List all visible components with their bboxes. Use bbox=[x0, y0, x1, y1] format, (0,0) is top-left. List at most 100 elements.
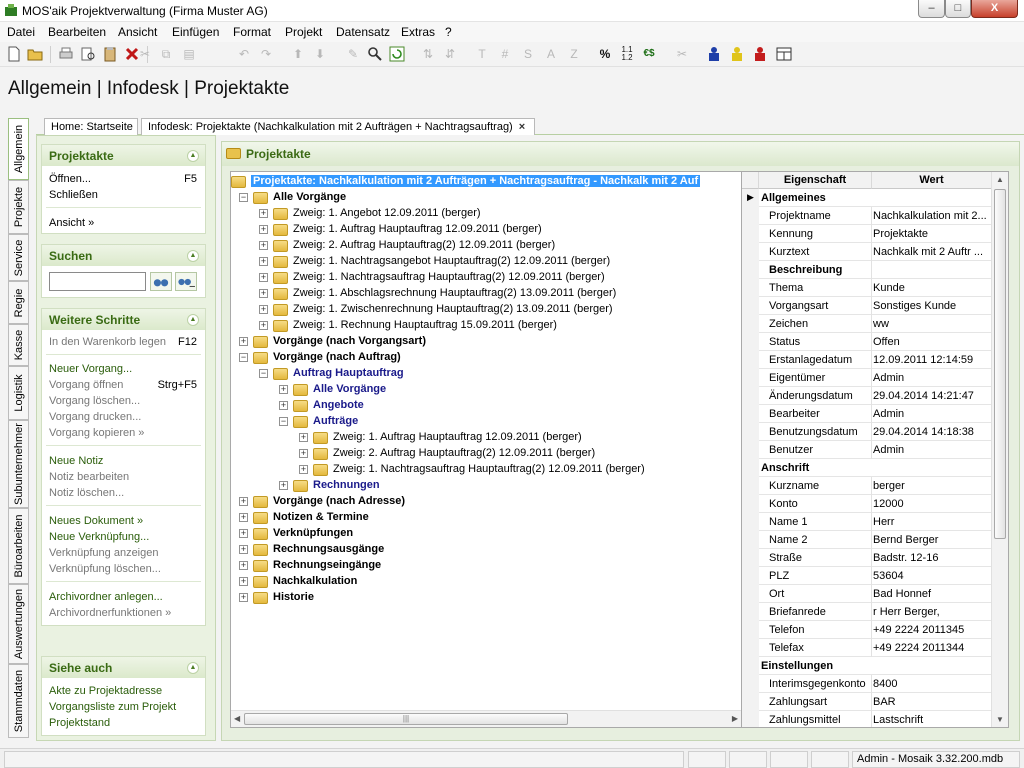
action-archivordnerfunktionen[interactable]: Archivordnerfunktionen » bbox=[49, 607, 171, 619]
collapse-icon[interactable]: − bbox=[239, 353, 248, 362]
menu-help[interactable]: ? bbox=[445, 25, 452, 39]
expand-icon[interactable]: + bbox=[259, 225, 268, 234]
expand-icon[interactable]: + bbox=[259, 257, 268, 266]
search-binoculars-icon[interactable] bbox=[150, 272, 172, 291]
collapse-icon[interactable]: ▲ bbox=[187, 250, 199, 262]
scroll-left-arrow-icon[interactable]: ◀ bbox=[234, 714, 240, 723]
vtab-subunternehmer[interactable]: Subunternehmer bbox=[8, 420, 29, 508]
expand-icon[interactable]: + bbox=[239, 513, 248, 522]
property-row[interactable]: Zahlungsmittel Lastschrift bbox=[742, 711, 992, 727]
action-vorgang-oeffnen[interactable]: Vorgang öffnen bbox=[49, 379, 123, 391]
property-row[interactable]: Name 2 Bernd Berger bbox=[742, 531, 992, 549]
print-icon[interactable] bbox=[58, 46, 74, 62]
scroll-down-arrow-icon[interactable]: ▼ bbox=[996, 715, 1004, 724]
property-row[interactable]: Bearbeiter Admin bbox=[742, 405, 992, 423]
sort-asc-icon[interactable]: ⇅ bbox=[420, 46, 436, 62]
currency-icon[interactable]: €$ bbox=[641, 46, 657, 62]
scrollbar-thumb[interactable] bbox=[994, 189, 1006, 539]
property-row[interactable]: PLZ 53604 bbox=[742, 567, 992, 585]
action-vorgang-kopieren[interactable]: Vorgang kopieren » bbox=[49, 427, 144, 439]
action-warenkorb[interactable]: In den Warenkorb legen bbox=[49, 336, 166, 348]
action-oeffnen[interactable]: Öffnen... bbox=[49, 173, 91, 185]
vtab-projekte[interactable]: Projekte bbox=[8, 180, 29, 234]
property-row[interactable]: Interimsgegenkonto 8400 bbox=[742, 675, 992, 693]
action-vorgang-loeschen[interactable]: Vorgang löschen... bbox=[49, 395, 140, 407]
property-row[interactable]: Konto 12000 bbox=[742, 495, 992, 513]
expand-icon[interactable]: + bbox=[259, 289, 268, 298]
menu-bearbeiten[interactable]: Bearbeiten bbox=[48, 25, 106, 39]
scroll-up-arrow-icon[interactable]: ▲ bbox=[996, 175, 1004, 184]
property-row[interactable]: Name 1 Herr bbox=[742, 513, 992, 531]
text-format-s-icon[interactable]: S bbox=[520, 46, 536, 62]
expand-icon[interactable]: + bbox=[299, 433, 308, 442]
search-input[interactable] bbox=[49, 272, 146, 291]
layout-icon[interactable] bbox=[776, 46, 792, 62]
cut-icon[interactable]: ✂ bbox=[137, 46, 153, 62]
link-projektstand[interactable]: Projektstand bbox=[49, 717, 110, 729]
vtab-auswertungen[interactable]: Auswertungen bbox=[8, 584, 29, 664]
tab-infodesk-projektakte[interactable]: Infodesk: Projektakte (Nachkalkulation m… bbox=[141, 118, 535, 135]
expand-icon[interactable]: + bbox=[239, 577, 248, 586]
property-row[interactable]: Zeichen ww bbox=[742, 315, 992, 333]
property-category[interactable]: ▶ Allgemeines bbox=[742, 189, 992, 207]
vtab-logistik[interactable]: Logistik bbox=[8, 366, 29, 420]
expand-icon[interactable]: + bbox=[259, 305, 268, 314]
clipboard-icon[interactable] bbox=[102, 46, 118, 62]
action-neuer-vorgang[interactable]: Neuer Vorgang... bbox=[49, 363, 132, 375]
property-row[interactable]: Kurzname berger bbox=[742, 477, 992, 495]
menu-projekt[interactable]: Projekt bbox=[285, 25, 322, 39]
menu-einfuegen[interactable]: Einfügen bbox=[172, 25, 219, 39]
paste-icon[interactable]: ▤ bbox=[181, 46, 197, 62]
action-schliessen[interactable]: Schließen bbox=[49, 189, 98, 201]
property-row[interactable]: Straße Badstr. 12-16 bbox=[742, 549, 992, 567]
undo-icon[interactable]: ↶ bbox=[236, 46, 252, 62]
property-row[interactable]: Projektname Nachkalkulation mit 2... bbox=[742, 207, 992, 225]
refresh-icon[interactable] bbox=[389, 46, 405, 62]
user-blue-icon[interactable] bbox=[706, 46, 722, 62]
tab-home-startseite[interactable]: Home: Startseite bbox=[44, 118, 138, 135]
percent-icon[interactable]: % bbox=[597, 46, 613, 62]
menu-format[interactable]: Format bbox=[233, 25, 271, 39]
vtab-stammdaten[interactable]: Stammdaten bbox=[8, 664, 29, 738]
action-ansicht[interactable]: Ansicht » bbox=[49, 217, 94, 229]
move-down-icon[interactable]: ⬇ bbox=[312, 46, 328, 62]
maximize-button[interactable]: □ bbox=[945, 0, 971, 18]
action-neue-verknuepfung[interactable]: Neue Verknüpfung... bbox=[49, 531, 149, 543]
action-neue-notiz[interactable]: Neue Notiz bbox=[49, 455, 103, 467]
tab-close-icon[interactable]: × bbox=[519, 121, 525, 133]
property-row[interactable]: Eigentümer Admin bbox=[742, 369, 992, 387]
vtab-service[interactable]: Service bbox=[8, 234, 29, 281]
property-row[interactable]: Telefon +49 2224 2011345 bbox=[742, 621, 992, 639]
expand-icon[interactable]: + bbox=[239, 561, 248, 570]
move-up-icon[interactable]: ⬆ bbox=[290, 46, 306, 62]
vtab-kasse[interactable]: Kasse bbox=[8, 324, 29, 366]
text-format-a-icon[interactable]: A bbox=[543, 46, 559, 62]
expand-icon[interactable]: + bbox=[279, 481, 288, 490]
scissors-check-icon[interactable]: ✂ bbox=[674, 46, 690, 62]
property-row[interactable]: Benutzer Admin bbox=[742, 441, 992, 459]
action-notiz-loeschen[interactable]: Notiz löschen... bbox=[49, 487, 124, 499]
expand-icon[interactable]: + bbox=[239, 545, 248, 554]
text-format-t-icon[interactable]: T bbox=[474, 46, 490, 62]
print-preview-icon[interactable] bbox=[80, 46, 96, 62]
collapse-icon[interactable]: ▲ bbox=[187, 314, 199, 326]
redo-icon[interactable]: ↷ bbox=[258, 46, 274, 62]
expand-icon[interactable]: + bbox=[279, 385, 288, 394]
property-category[interactable]: Anschrift bbox=[742, 459, 992, 477]
action-verknuepfung-loeschen[interactable]: Verknüpfung löschen... bbox=[49, 563, 161, 575]
expand-icon[interactable]: + bbox=[259, 321, 268, 330]
property-row[interactable]: Ort Bad Honnef bbox=[742, 585, 992, 603]
property-row[interactable]: Status Offen bbox=[742, 333, 992, 351]
vertical-scrollbar[interactable]: ▲ ▼ bbox=[991, 172, 1008, 727]
vtab-allgemein[interactable]: Allgemein bbox=[8, 118, 29, 180]
new-icon[interactable] bbox=[6, 46, 22, 62]
property-row[interactable]: Kurztext Nachkalk mit 2 Auftr ... bbox=[742, 243, 992, 261]
property-category[interactable]: Einstellungen bbox=[742, 657, 992, 675]
collapse-icon[interactable]: ▲ bbox=[187, 150, 199, 162]
expand-icon[interactable]: + bbox=[299, 449, 308, 458]
expand-icon[interactable]: + bbox=[239, 593, 248, 602]
expand-icon[interactable]: + bbox=[239, 529, 248, 538]
sort-desc-icon[interactable]: ⇵ bbox=[442, 46, 458, 62]
collapse-icon[interactable]: − bbox=[259, 369, 268, 378]
horizontal-scrollbar[interactable]: ◀ ||| ▶ bbox=[231, 710, 741, 727]
